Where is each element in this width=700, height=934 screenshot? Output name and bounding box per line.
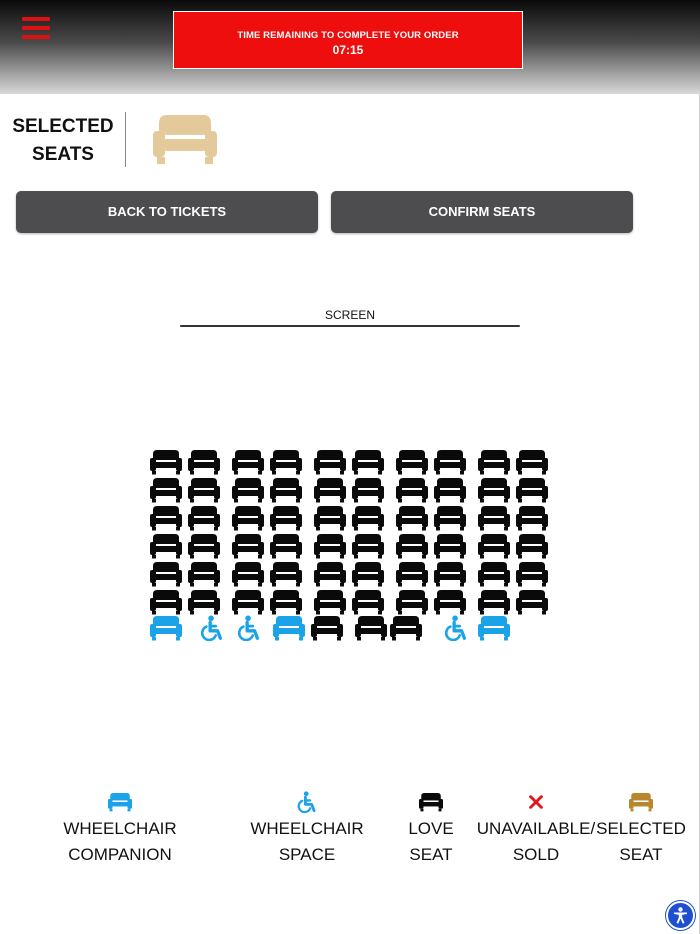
love-seat[interactable] [352,533,384,559]
wheelchair-space-seat[interactable] [233,615,265,641]
love-seat[interactable] [434,449,466,475]
love-seat[interactable] [188,505,220,531]
love-seat[interactable] [352,589,384,615]
love-seat[interactable] [355,615,387,641]
love-seat[interactable] [434,533,466,559]
love-seat[interactable] [516,477,548,503]
love-seat[interactable] [314,505,346,531]
love-seat[interactable] [150,477,182,503]
legend-wheelchair-space: WHEELCHAIR SPACE [239,790,375,868]
love-seat[interactable] [396,561,428,587]
legend-selected-seat: SELECTED SEAT [595,790,687,868]
accessibility-person-icon[interactable] [666,901,695,930]
armchair-icon [396,790,466,814]
love-seat[interactable] [232,505,264,531]
divider [125,112,126,167]
love-seat[interactable] [270,561,302,587]
love-seat[interactable] [150,533,182,559]
love-seat[interactable] [188,533,220,559]
love-seat[interactable] [311,615,343,641]
love-seat[interactable] [150,505,182,531]
screen-line [180,325,520,327]
love-seat[interactable] [478,505,510,531]
love-seat[interactable] [516,561,548,587]
love-seat[interactable] [434,589,466,615]
love-seat[interactable] [270,505,302,531]
love-seat[interactable] [396,533,428,559]
wheelchair-space-seat[interactable] [196,615,228,641]
love-seat[interactable] [150,589,182,615]
love-seat[interactable] [232,561,264,587]
legend-love-seat: LOVE SEAT [396,790,466,868]
love-seat[interactable] [188,449,220,475]
love-seat[interactable] [352,477,384,503]
hamburger-menu-icon[interactable] [22,17,50,39]
love-seat[interactable] [516,449,548,475]
love-seat[interactable] [232,589,264,615]
love-seat[interactable] [352,449,384,475]
wheelchair-companion-seat[interactable] [150,615,182,641]
selected-seats-heading: SELECTED SEATS [12,116,114,165]
love-seat[interactable] [434,505,466,531]
love-seat[interactable] [516,589,548,615]
armchair-icon [52,790,188,814]
armchair-icon [153,113,217,165]
love-seat[interactable] [150,449,182,475]
screen-label: SCREEN [324,308,375,322]
love-seat[interactable] [396,477,428,503]
wheelchair-companion-seat[interactable] [273,615,305,641]
love-seat[interactable] [314,561,346,587]
love-seat[interactable] [352,505,384,531]
love-seat[interactable] [270,449,302,475]
love-seat[interactable] [396,589,428,615]
legend-wheelchair-companion: WHEELCHAIR COMPANION [52,790,188,868]
love-seat[interactable] [314,533,346,559]
love-seat[interactable] [478,561,510,587]
love-seat[interactable] [434,477,466,503]
love-seat[interactable] [188,477,220,503]
love-seat[interactable] [270,589,302,615]
love-seat[interactable] [232,533,264,559]
love-seat[interactable] [478,589,510,615]
love-seat[interactable] [232,477,264,503]
love-seat[interactable] [478,449,510,475]
love-seat[interactable] [188,561,220,587]
love-seat[interactable] [478,477,510,503]
love-seat[interactable] [270,477,302,503]
confirm-seats-button[interactable]: CONFIRM SEATS [331,191,633,233]
wheelchair-icon [239,790,375,814]
timer-value: 07:15 [332,43,364,57]
back-to-tickets-button[interactable]: BACK TO TICKETS [16,191,318,233]
love-seat[interactable] [434,561,466,587]
love-seat[interactable] [314,589,346,615]
legend-unavailable-sold: UNAVAILABLE/ SOLD [470,790,602,868]
love-seat[interactable] [516,533,548,559]
armchair-icon [595,790,687,814]
love-seat[interactable] [150,561,182,587]
order-timer: TIME REMAINING TO COMPLETE YOUR ORDER 07… [173,11,523,69]
x-mark-icon [470,790,602,814]
love-seat[interactable] [478,533,510,559]
love-seat[interactable] [390,615,422,641]
love-seat[interactable] [352,561,384,587]
wheelchair-space-seat[interactable] [440,615,472,641]
love-seat[interactable] [314,449,346,475]
love-seat[interactable] [188,589,220,615]
header-bar: TIME REMAINING TO COMPLETE YOUR ORDER 07… [0,0,700,94]
love-seat[interactable] [270,533,302,559]
timer-label: TIME REMAINING TO COMPLETE YOUR ORDER [237,30,459,41]
wheelchair-companion-seat[interactable] [478,615,510,641]
love-seat[interactable] [516,505,548,531]
love-seat[interactable] [314,477,346,503]
love-seat[interactable] [396,505,428,531]
love-seat[interactable] [232,449,264,475]
love-seat[interactable] [396,449,428,475]
